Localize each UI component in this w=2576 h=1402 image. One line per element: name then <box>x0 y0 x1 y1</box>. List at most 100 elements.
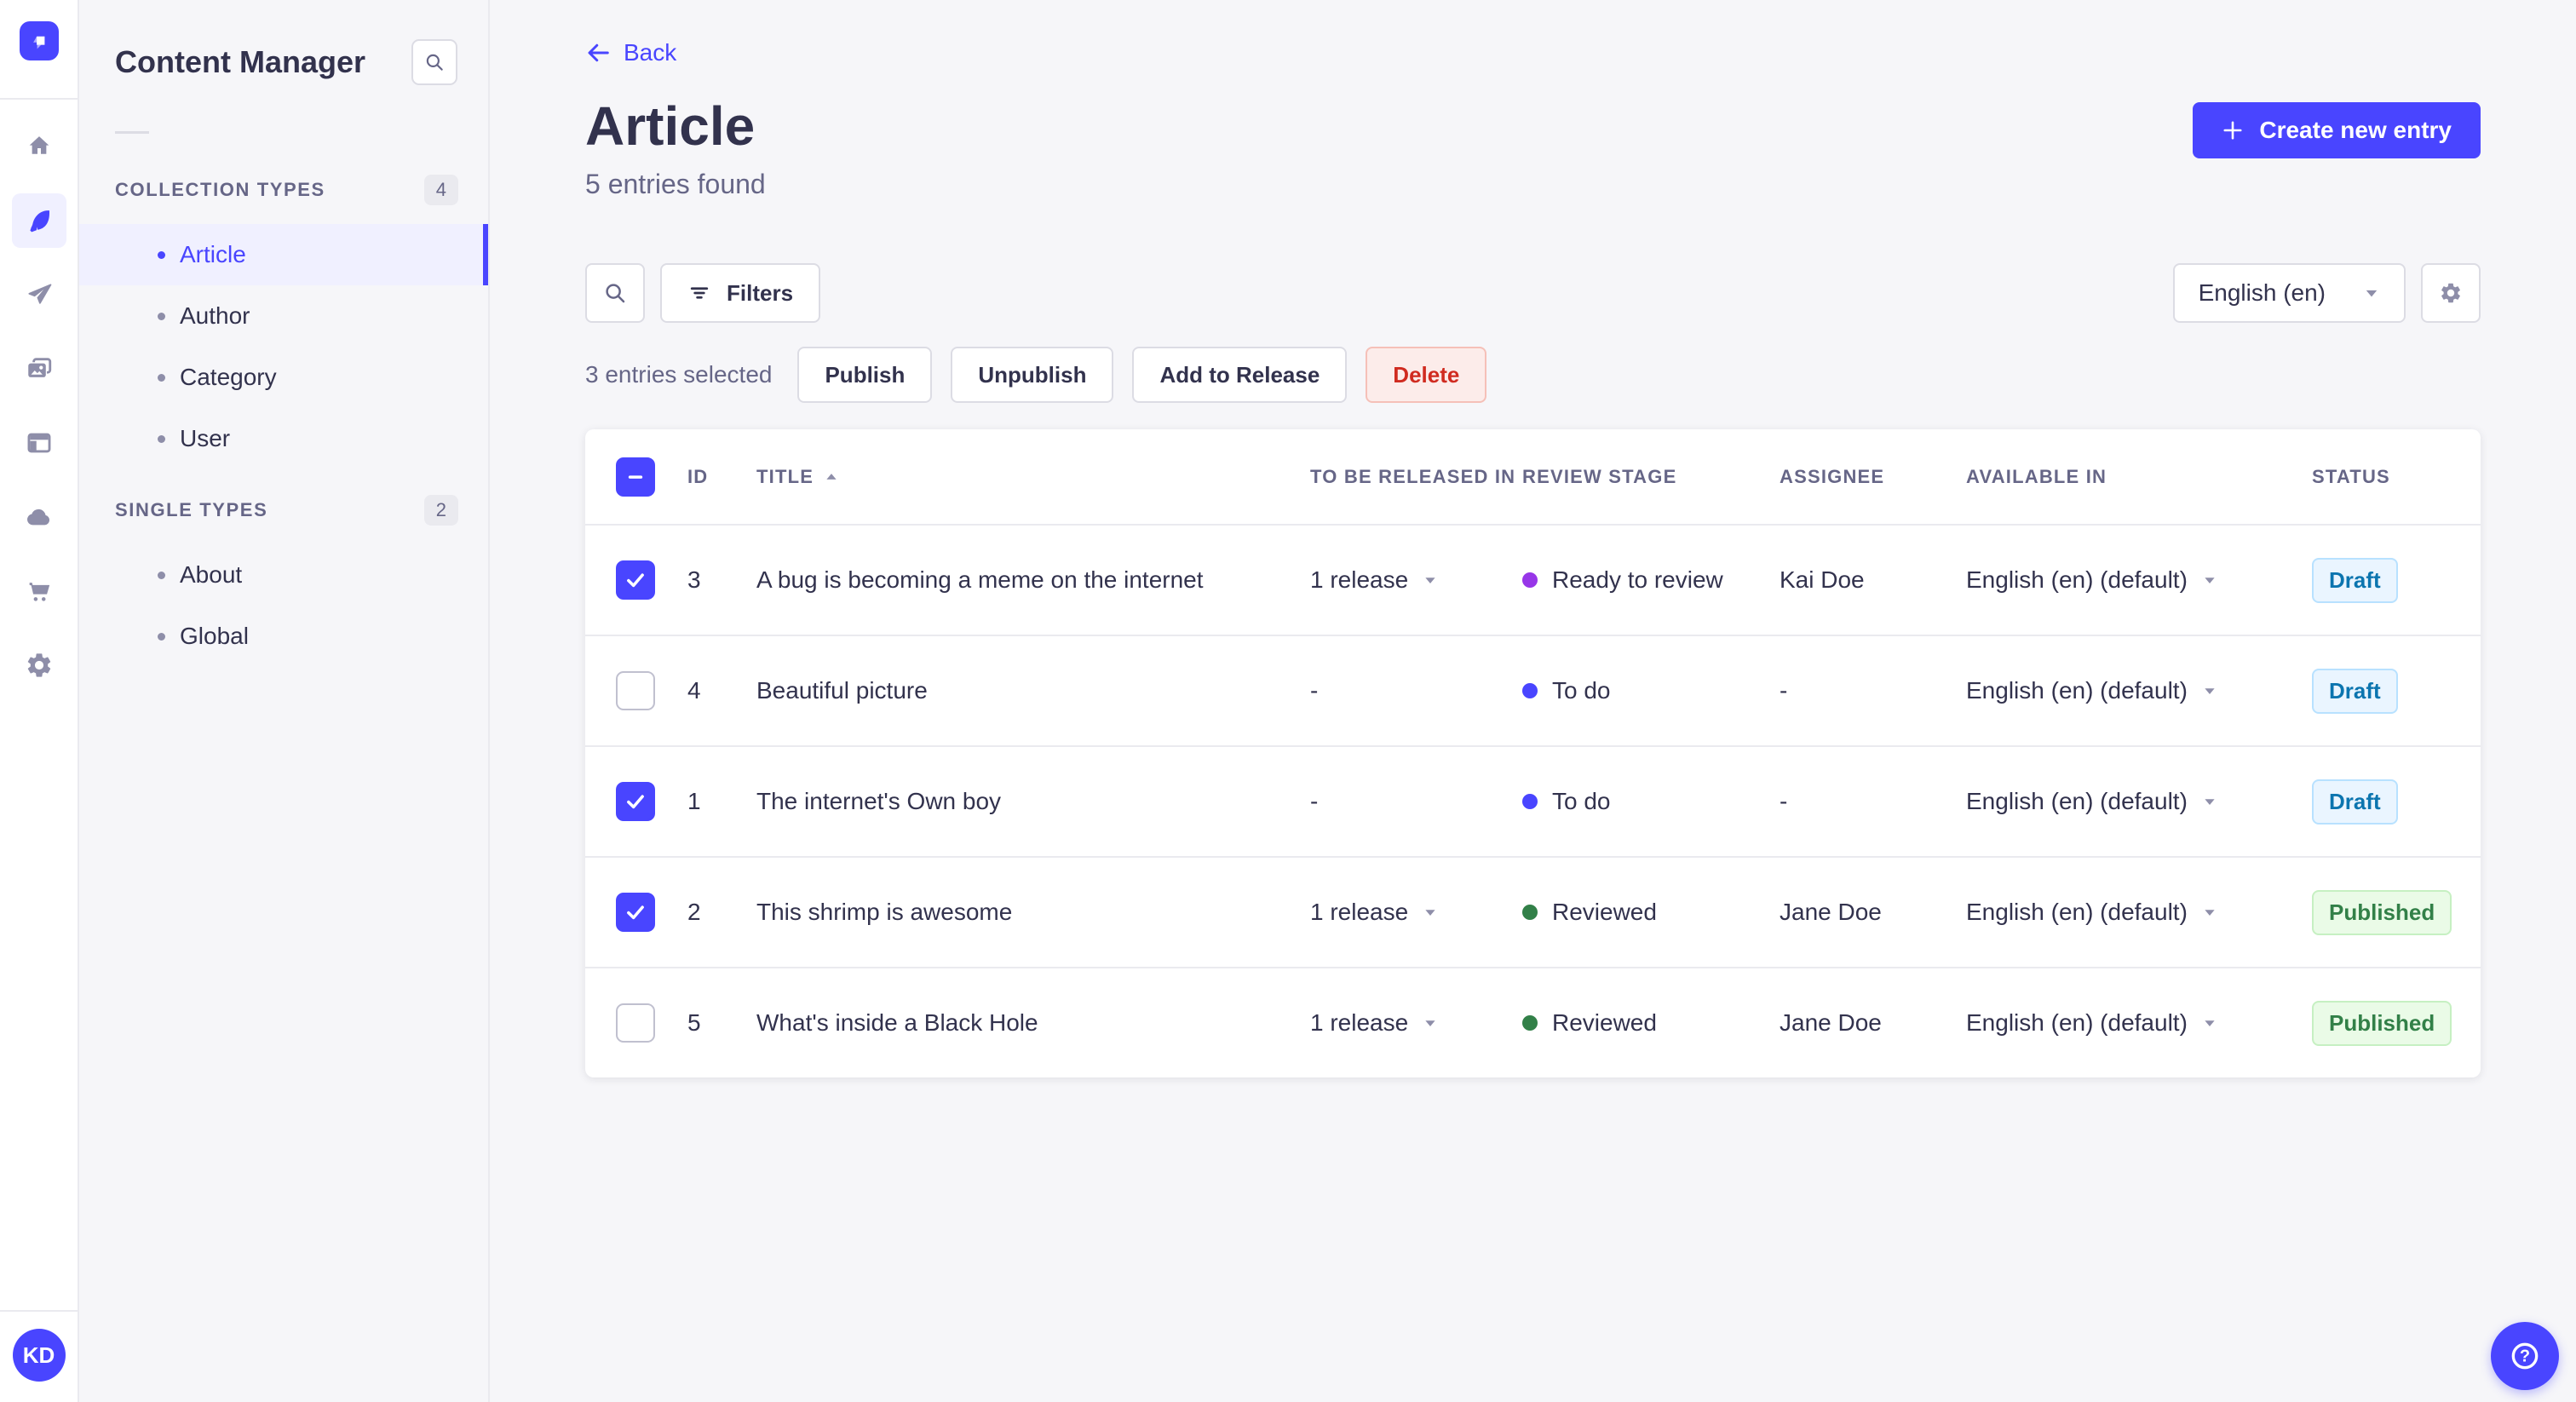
row-locale-dropdown[interactable]: English (en) (default) <box>1966 1009 2312 1037</box>
sidebar-content-type-builder-icon[interactable] <box>12 416 66 470</box>
row-release-dropdown[interactable]: - <box>1310 677 1522 704</box>
sort-ascending-icon <box>826 473 837 480</box>
row-assignee: Kai Doe <box>1780 566 1865 593</box>
sidebar-home-icon[interactable] <box>12 119 66 174</box>
gear-icon <box>2441 283 2460 303</box>
row-title: The internet's Own boy <box>756 788 1002 814</box>
stage-dot-icon <box>1522 572 1538 588</box>
row-checkbox[interactable] <box>616 671 655 710</box>
content-manager-subnav: Content Manager COLLECTION TYPES 4 Artic… <box>79 0 490 1402</box>
sidebar-media-library-icon[interactable] <box>12 342 66 396</box>
subnav-title: Content Manager <box>115 44 366 79</box>
subnav-search-button[interactable] <box>411 39 457 85</box>
entries-table: ID TITLE TO BE RELEASED IN REVIEW STAGE … <box>585 429 2481 1077</box>
chevron-down-icon <box>1425 577 1435 583</box>
row-id: 3 <box>687 566 701 593</box>
stage-dot-icon <box>1522 683 1538 698</box>
strapi-logo[interactable] <box>19 21 59 60</box>
table-search-button[interactable] <box>585 263 645 323</box>
selection-count: 3 entries selected <box>585 361 773 388</box>
row-locale-dropdown[interactable]: English (en) (default) <box>1966 788 2312 815</box>
publish-button[interactable]: Publish <box>797 347 933 403</box>
row-title: This shrimp is awesome <box>756 899 1013 925</box>
nav-item-label: User <box>180 425 231 451</box>
column-header-title[interactable]: TITLE <box>756 466 1310 488</box>
check-icon <box>627 573 644 588</box>
avatar[interactable]: KD <box>12 1329 66 1382</box>
status-badge: Draft <box>2312 557 2398 603</box>
table-row[interactable]: 1 The internet's Own boy - To do - Engli… <box>585 745 2481 856</box>
row-review-stage: To do <box>1522 677 1780 704</box>
create-new-entry-button[interactable]: Create new entry <box>2193 102 2481 158</box>
back-link[interactable]: Back <box>585 39 676 66</box>
entries-count: 5 entries found <box>585 169 766 199</box>
view-settings-button[interactable] <box>2421 263 2481 323</box>
locale-select[interactable]: English (en) <box>2172 263 2406 323</box>
row-review-stage: To do <box>1522 788 1780 815</box>
row-locale-dropdown[interactable]: English (en) (default) <box>1966 566 2312 594</box>
search-icon <box>426 54 443 71</box>
row-release-dropdown[interactable]: 1 release <box>1310 1009 1522 1037</box>
svg-text:?: ? <box>2520 1347 2530 1366</box>
divider <box>115 131 149 134</box>
select-all-checkbox[interactable] <box>616 457 655 497</box>
row-locale-dropdown[interactable]: English (en) (default) <box>1966 677 2312 704</box>
table-row[interactable]: 2 This shrimp is awesome 1 release Revie… <box>585 856 2481 967</box>
row-checkbox[interactable] <box>616 560 655 600</box>
sidebar-item-user[interactable]: User <box>79 408 488 469</box>
row-title: What's inside a Black Hole <box>756 1009 1038 1036</box>
sidebar-item-category[interactable]: Category <box>79 347 488 408</box>
delete-button[interactable]: Delete <box>1366 347 1487 403</box>
nav-item-label: Category <box>180 364 277 390</box>
help-button[interactable]: ? <box>2491 1322 2559 1390</box>
table-row[interactable]: 5 What's inside a Black Hole 1 release R… <box>585 967 2481 1077</box>
row-release-dropdown[interactable]: - <box>1310 788 1522 815</box>
row-assignee: - <box>1780 788 1788 814</box>
column-header-status: STATUS <box>2312 465 2390 487</box>
row-id: 5 <box>687 1009 701 1036</box>
question-mark-icon: ? <box>2511 1342 2539 1370</box>
filters-button[interactable]: Filters <box>660 263 821 323</box>
nav-item-label: Article <box>180 241 246 267</box>
column-header-available-in: AVAILABLE IN <box>1966 465 2107 487</box>
plus-icon <box>2223 121 2242 140</box>
bullet-icon <box>158 434 165 443</box>
check-icon <box>627 905 644 920</box>
table-row[interactable]: 3 A bug is becoming a meme on the intern… <box>585 524 2481 635</box>
section-label: SINGLE TYPES <box>115 499 268 520</box>
row-id: 1 <box>687 788 701 814</box>
sidebar-deploy-icon[interactable] <box>12 490 66 544</box>
sidebar-settings-icon[interactable] <box>12 638 66 692</box>
row-checkbox[interactable] <box>616 782 655 821</box>
section-label: COLLECTION TYPES <box>115 179 325 200</box>
table-row[interactable]: 4 Beautiful picture - To do - English (e… <box>585 635 2481 745</box>
sidebar-releases-icon[interactable] <box>12 267 66 322</box>
sidebar-marketplace-icon[interactable] <box>12 564 66 618</box>
status-badge: Published <box>2312 889 2452 935</box>
chevron-down-icon <box>2205 1020 2215 1026</box>
chevron-down-icon <box>2366 290 2378 297</box>
section-count-badge: 4 <box>423 175 458 205</box>
row-review-stage: Reviewed <box>1522 1009 1780 1037</box>
sidebar-item-global[interactable]: Global <box>79 606 488 667</box>
unpublish-button[interactable]: Unpublish <box>951 347 1114 403</box>
sidebar-content-manager-icon[interactable] <box>11 193 66 248</box>
sidebar-item-author[interactable]: Author <box>79 285 488 347</box>
chevron-down-icon <box>1425 1020 1435 1026</box>
row-checkbox[interactable] <box>616 1003 655 1043</box>
single-types-section: SINGLE TYPES 2 About Global <box>79 495 488 667</box>
stage-dot-icon <box>1522 1015 1538 1031</box>
sidebar-item-article[interactable]: Article <box>79 224 488 285</box>
table-header-row: ID TITLE TO BE RELEASED IN REVIEW STAGE … <box>585 429 2481 524</box>
add-to-release-button[interactable]: Add to Release <box>1132 347 1348 403</box>
bullet-icon <box>158 373 165 382</box>
row-locale-dropdown[interactable]: English (en) (default) <box>1966 899 2312 926</box>
status-badge: Draft <box>2312 668 2398 714</box>
row-release-dropdown[interactable]: 1 release <box>1310 566 1522 594</box>
chevron-down-icon <box>2205 799 2215 805</box>
row-release-dropdown[interactable]: 1 release <box>1310 899 1522 926</box>
table-body: 3 A bug is becoming a meme on the intern… <box>585 524 2481 1077</box>
row-review-stage: Ready to review <box>1522 566 1780 594</box>
row-checkbox[interactable] <box>616 893 655 932</box>
sidebar-item-about[interactable]: About <box>79 544 488 606</box>
